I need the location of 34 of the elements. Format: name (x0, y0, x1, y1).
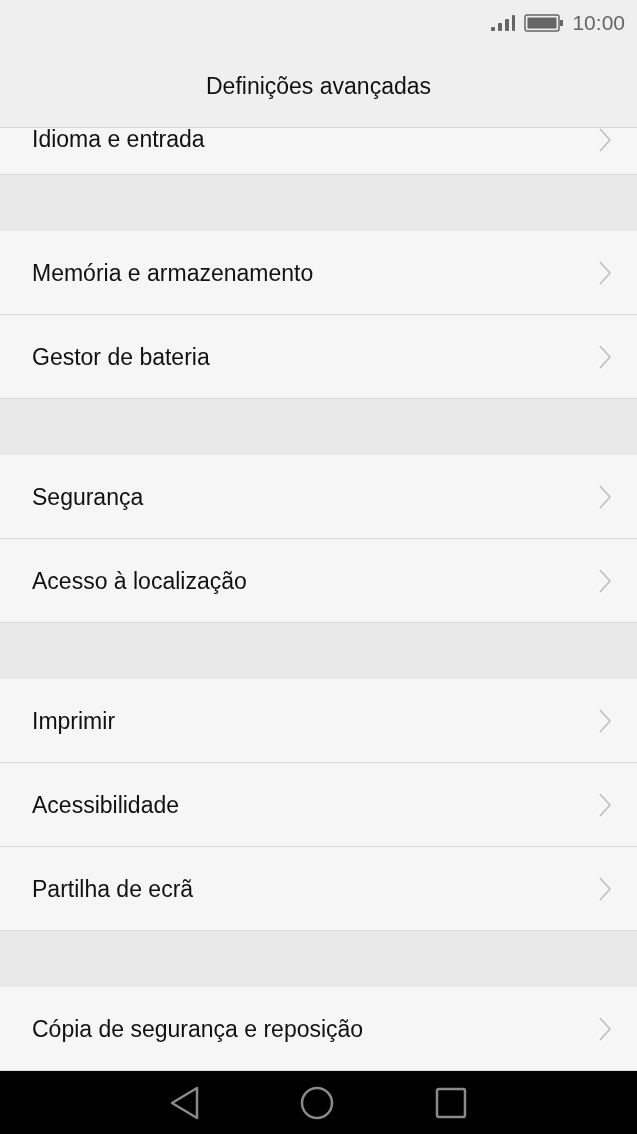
chevron-icon (599, 484, 611, 509)
settings-row[interactable]: Imprimir (0, 679, 637, 763)
chevron-icon (599, 344, 611, 369)
settings-label: Memória e armazenamento (32, 261, 314, 284)
home-icon[interactable] (300, 1085, 335, 1120)
back-icon[interactable] (170, 1085, 201, 1120)
settings-row[interactable]: Idioma e entrada (0, 128, 637, 175)
recents-icon[interactable] (434, 1086, 467, 1119)
settings-label: Gestor de bateria (32, 345, 210, 368)
settings-label: Imprimir (32, 709, 116, 732)
settings-row[interactable]: Memória e armazenamento (0, 231, 637, 315)
settings-label: Acessibilidade (32, 793, 180, 816)
chevron-icon (599, 260, 611, 285)
settings-row[interactable]: Gestor de bateria (0, 315, 637, 399)
battery-icon (524, 13, 565, 32)
chevron-icon (599, 876, 611, 901)
settings-label: Cópia de segurança e reposição (32, 1017, 364, 1040)
chevron-icon (599, 568, 611, 593)
settings-label: Partilha de ecrã (32, 877, 194, 900)
settings-row[interactable]: Segurança (0, 455, 637, 539)
settings-row[interactable]: Acessibilidade (0, 763, 637, 847)
settings-row[interactable]: Partilha de ecrã (0, 847, 637, 931)
page-title: Definições avançadas (206, 71, 431, 101)
chevron-icon (599, 1016, 611, 1041)
signal-icon (490, 13, 517, 32)
settings-row[interactable]: Acesso à localização (0, 539, 637, 623)
chevron-icon (599, 792, 611, 817)
settings-row[interactable]: Cópia de segurança e reposição (0, 987, 637, 1071)
status-time: 10:00 (572, 9, 625, 36)
settings-label: Acesso à localização (32, 569, 247, 592)
settings-label: Idioma e entrada (32, 128, 205, 150)
settings-label: Segurança (32, 485, 144, 508)
chevron-icon (599, 128, 611, 152)
chevron-icon (599, 708, 611, 733)
